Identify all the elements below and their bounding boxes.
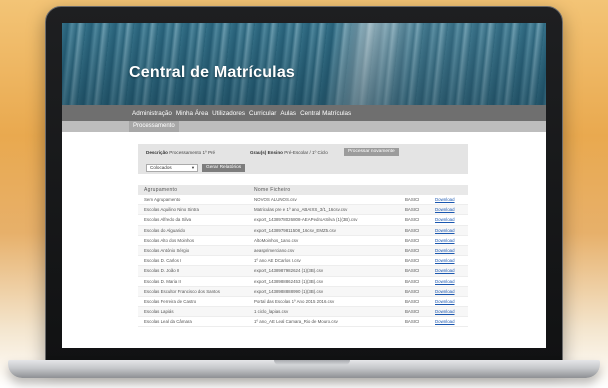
cell-nome-ficheiro: export_1438987982624 (1)(3B).csv — [254, 268, 324, 274]
nav-item-curricular[interactable]: Curricular — [249, 110, 276, 117]
table-row: Escolas Alfredo da Silva export_143897802… — [138, 215, 468, 226]
header-nome-ficheiro: Nome Ficheiro — [254, 187, 291, 193]
table-row: Escolas Aquilino Nino Sintra Matriculas p… — [138, 205, 468, 216]
download-link[interactable]: Download — [435, 226, 467, 236]
cell-nome-ficheiro: 1º ano AE DCarlos I.csv — [254, 258, 301, 264]
generate-reports-button[interactable]: Gerar Relatórios — [202, 164, 246, 172]
cell-agrupamento: Escolas Aquilino Nino Sintra — [144, 207, 199, 213]
cell-tipo: BASICI — [405, 298, 420, 304]
table-row: Escolas Lapiás 1 ciclo_lapias.csv BASICI Do… — [138, 307, 468, 318]
download-link[interactable]: Download — [435, 297, 467, 307]
download-link[interactable]: Download — [435, 277, 467, 287]
nav-item-central-matriculas[interactable]: Central Matrículas — [300, 110, 351, 117]
cell-agrupamento: Escolas D. Maria II — [144, 278, 181, 284]
header-agrupamento: Agrupamento — [144, 187, 178, 193]
files-table: Agrupamento Nome Ficheiro Sem Agrupament… — [138, 185, 468, 328]
cell-tipo: BASICI — [405, 258, 420, 264]
grau-label: Grau(s) Ensino — [250, 150, 283, 155]
cell-nome-ficheiro: export_1438978026808-AEAPedroASilva (1)(… — [254, 217, 358, 223]
cell-agrupamento: Escolas do Alguarido — [144, 227, 186, 233]
table-row: Escolas Ferreira de Castro Portal das Esc… — [138, 297, 468, 308]
laptop-base — [8, 360, 600, 378]
cell-agrupamento: Escolas Alfredo da Silva — [144, 217, 192, 223]
nav-item-administracao[interactable]: Administração — [132, 110, 172, 117]
subnav-item-processamento[interactable]: Processamento — [129, 121, 179, 132]
download-link[interactable]: Download — [435, 195, 467, 205]
cell-nome-ficheiro: export_1438979811508_16csv_EMZ5.csv — [254, 227, 336, 233]
cell-agrupamento: Escolas D. Carlos I — [144, 258, 182, 264]
cell-tipo: BASICI — [405, 197, 420, 202]
cell-nome-ficheiro: export_1438988862453 (1)(3B).csv — [254, 278, 324, 284]
cell-agrupamento: Escolas D. João II — [144, 268, 180, 274]
cell-agrupamento: Sem Agrupamento — [144, 197, 181, 202]
download-link[interactable]: Download — [435, 287, 467, 297]
cell-agrupamento: Escolas Leal da Câmara — [144, 319, 192, 325]
download-link[interactable]: Download — [435, 246, 467, 256]
cell-tipo: BASICI — [405, 227, 420, 233]
table-row: Escolas Escultor Francisco dos Santos exp… — [138, 286, 468, 297]
cell-nome-ficheiro: aeasprimerciano.csv — [254, 247, 295, 253]
download-link[interactable]: Download — [435, 307, 467, 317]
cell-agrupamento: Escolas Ferreira de Castro — [144, 298, 197, 304]
download-link[interactable]: Download — [435, 256, 467, 266]
descricao-field: Descrição Processamento 1º Pré — [146, 150, 215, 155]
download-link[interactable]: Download — [435, 266, 467, 276]
table-row: Escolas D. Carlos I 1º ano AE DCarlos I.c… — [138, 256, 468, 267]
table-header: Agrupamento Nome Ficheiro — [138, 185, 468, 195]
cell-agrupamento: Escolas António Sérgio — [144, 247, 190, 253]
download-link[interactable]: Download — [435, 317, 467, 327]
sub-nav: Processamento — [62, 121, 546, 132]
cell-tipo: BASICI — [405, 288, 420, 294]
process-again-button[interactable]: Processar novamente — [344, 148, 399, 156]
laptop-notch — [274, 360, 350, 365]
cell-nome-ficheiro: 1 ciclo_lapias.csv — [254, 309, 289, 315]
descricao-label: Descrição — [146, 150, 168, 155]
nav-item-minha-area[interactable]: Minha Área — [176, 110, 208, 117]
chevron-down-icon: ▼ — [191, 165, 195, 170]
grau-value: Pré-Escolar / 1º Ciclo — [284, 150, 328, 155]
nav-item-aulas[interactable]: Aulas — [280, 110, 296, 117]
grau-field: Grau(s) Ensino Pré-Escolar / 1º Ciclo — [250, 150, 328, 155]
status-select-value: Colocados — [150, 165, 172, 170]
cell-nome-ficheiro: export_1438988888990 (1)(3B).csv — [254, 288, 324, 294]
page-title: Central de Matrículas — [129, 64, 296, 81]
table-row: Escolas do Alguarido export_1438979811508… — [138, 225, 468, 236]
cell-tipo: BASICI — [405, 278, 420, 284]
descricao-value: Processamento 1º Pré — [169, 150, 216, 155]
table-row: Escolas António Sérgio aeasprimerciano.cs… — [138, 245, 468, 257]
table-row: Escolas D. Maria II export_1438988862453 … — [138, 277, 468, 287]
screen: Central de Matrículas Administração Minh… — [62, 23, 546, 348]
download-link[interactable]: Download — [435, 205, 467, 215]
download-link[interactable]: Download — [435, 236, 467, 246]
cell-nome-ficheiro: NOVOS ALUNOS.csv — [254, 197, 297, 202]
cell-tipo: BASICI — [405, 207, 420, 213]
nav-item-utilizadores[interactable]: Utilizadores — [212, 110, 245, 117]
cell-nome-ficheiro: Portal das Escolas 1º Ano 2015 2016.csv — [254, 298, 335, 304]
cell-tipo: BASICI — [405, 309, 420, 315]
cell-tipo: BASICI — [405, 247, 420, 253]
cell-agrupamento: Escolas Lapiás — [144, 309, 174, 315]
status-select[interactable]: Colocados ▼ — [146, 164, 198, 172]
filter-panel: Descrição Processamento 1º Pré Grau(s) E… — [138, 144, 468, 174]
table-row: Sem Agrupamento NOVOS ALUNOS.csv BASICI Dow… — [138, 195, 468, 206]
main-nav: Administração Minha Área Utilizadores Cu… — [62, 105, 546, 121]
cell-agrupamento: Escolas Alto dos Moinhos — [144, 237, 195, 243]
download-link[interactable]: Download — [435, 215, 467, 225]
cell-nome-ficheiro: AltoMoinhos_1ano.csv — [254, 237, 299, 243]
cell-agrupamento: Escolas Escultor Francisco dos Santos — [144, 288, 220, 294]
cell-tipo: BASICI — [405, 217, 420, 223]
cell-tipo: BASICI — [405, 237, 420, 243]
cell-nome-ficheiro: Matriculas pre e 1º ano_ABAIXS_3/1_16csv… — [254, 207, 348, 213]
table-row: Escolas Leal da Câmara 1º ano_AE Leal Cam… — [138, 317, 468, 328]
table-row: Escolas D. João II export_1438987982624 (… — [138, 266, 468, 277]
header-banner: Central de Matrículas — [62, 23, 546, 105]
cell-tipo: BASICI — [405, 319, 420, 325]
cell-nome-ficheiro: 1º ano_AE Leal Camara_Rio de Mouro.csv — [254, 319, 338, 325]
cell-tipo: BASICI — [405, 268, 420, 274]
table-row: Escolas Alto dos Moinhos AltoMoinhos_1ano… — [138, 236, 468, 246]
